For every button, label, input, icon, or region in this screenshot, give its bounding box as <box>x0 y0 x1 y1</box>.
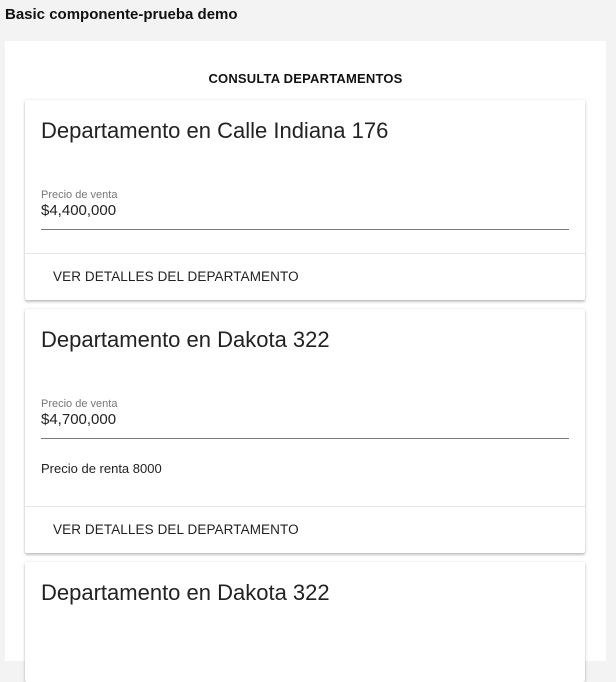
sale-price-value: $4,400,000 <box>41 202 117 219</box>
rent-price-text: Precio de renta 8000 <box>41 461 162 476</box>
property-card: Departamento en Calle Indiana 176 Precio… <box>25 100 585 300</box>
card-actions: VER DETALLES DEL DEPARTAMENTO <box>25 253 585 300</box>
sale-price-field[interactable]: Precio de venta $4,700,000 <box>41 398 569 439</box>
view-details-button[interactable]: VER DETALLES DEL DEPARTAMENTO <box>53 522 299 537</box>
card-actions: VER DETALLES DEL DEPARTAMENTO <box>25 506 585 553</box>
sale-price-field[interactable]: Precio de venta $4,400,000 <box>41 189 569 230</box>
sale-price-value: $4,700,000 <box>41 411 117 428</box>
sale-price-label: Precio de venta <box>41 189 118 201</box>
property-card: Departamento en Dakota 322 <box>25 562 585 682</box>
sale-price-label: Precio de venta <box>41 398 118 410</box>
card-title: Departamento en Calle Indiana 176 <box>41 118 389 143</box>
main-panel: CONSULTA DEPARTAMENTOS Departamento en C… <box>5 41 606 682</box>
app-title: Basic componente-prueba demo <box>5 6 238 23</box>
section-title: CONSULTA DEPARTAMENTOS <box>208 71 403 86</box>
property-card: Departamento en Dakota 322 Precio de ven… <box>25 309 585 553</box>
view-details-button[interactable]: VER DETALLES DEL DEPARTAMENTO <box>53 269 299 284</box>
card-title: Departamento en Dakota 322 <box>41 327 330 352</box>
card-title: Departamento en Dakota 322 <box>41 580 330 605</box>
